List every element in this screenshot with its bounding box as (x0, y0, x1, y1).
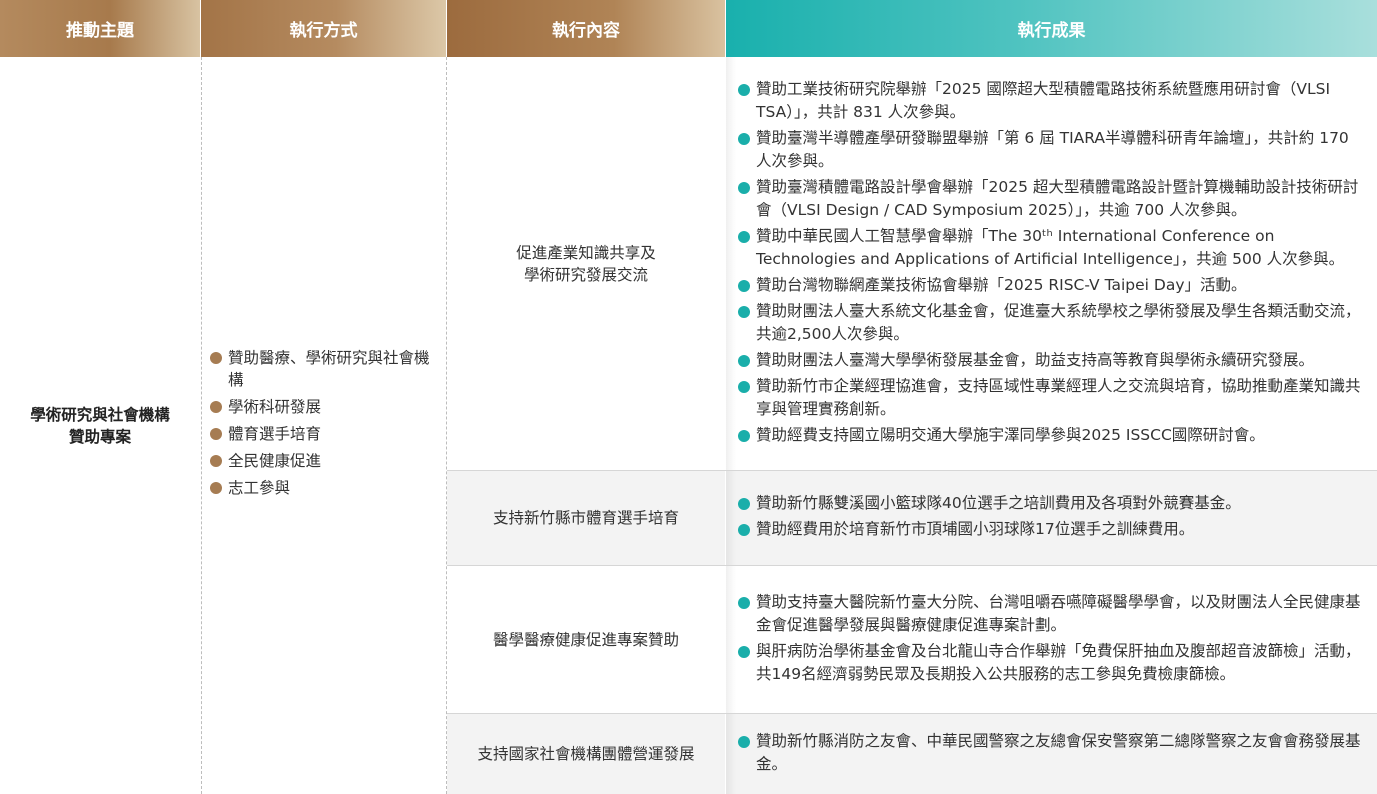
list-item: 贊助新竹市企業經理協進會，支持區域性專業經理人之交流與培育，協助推動產業知識共享… (738, 375, 1365, 421)
method-text: 體育選手培育 (228, 425, 322, 443)
methods-list: 贊助醫療、學術研究與社會機構 學術科研發展 體育選手培育 全民健康促進 志工參與 (208, 347, 442, 504)
result-text: 贊助新竹市企業經理協進會，支持區域性專業經理人之交流與培育，協助推動產業知識共享… (756, 376, 1361, 418)
header-theme-label: 推動主題 (66, 21, 134, 41)
theme-line-2: 贊助專案 (68, 427, 131, 446)
list-item: 贊助新竹縣雙溪國小籃球隊40位選手之培訓費用及各項對外競賽基金。 (738, 492, 1365, 515)
bullet-dot-icon (738, 596, 750, 609)
column-divider (201, 57, 202, 794)
list-item: 體育選手培育 (208, 423, 442, 445)
results-cell: 贊助新竹縣雙溪國小籃球隊40位選手之培訓費用及各項對外競賽基金。 贊助經費用於培… (726, 471, 1377, 565)
bullet-dot-icon (738, 305, 750, 318)
bullet-dot-icon (210, 455, 222, 467)
column-shadow (726, 471, 736, 565)
bullet-dot-icon (210, 401, 222, 413)
results-cell: 贊助支持臺大醫院新竹臺大分院、台灣咀嚼吞嚥障礙醫學學會，以及財團法人全民健康基金… (726, 566, 1377, 713)
header-result: 執行成果 (726, 0, 1377, 57)
list-item: 贊助財團法人臺灣大學學術發展基金會，助益支持高等教育與學術永續研究發展。 (738, 349, 1365, 372)
bullet-dot-icon (738, 83, 750, 96)
list-item: 贊助工業技術研究院舉辦「2025 國際超大型積體電路技術系統暨應用研討會（VLS… (738, 78, 1365, 124)
list-item: 贊助經費支持國立陽明交通大學施宇澤同學參與2025 ISSCC國際研討會。 (738, 424, 1365, 447)
content-cell: 醫學醫療健康促進專案贊助 (447, 566, 725, 713)
bullet-dot-icon (738, 498, 750, 510)
content-line: 支持新竹縣市體育選手培育 (492, 509, 679, 527)
column-shadow (726, 57, 736, 470)
list-item: 贊助支持臺大醫院新竹臺大分院、台灣咀嚼吞嚥障礙醫學學會，以及財團法人全民健康基金… (738, 591, 1365, 637)
content-cell: 促進產業知識共享及 學術研究發展交流 (447, 57, 725, 470)
bullet-dot-icon (738, 524, 750, 536)
result-text: 贊助新竹縣消防之友會、中華民國警察之友總會保安警察第二總隊警察之友會會務發展基金… (756, 731, 1361, 773)
content-cell: 支持新竹縣市體育選手培育 (447, 471, 725, 565)
list-item: 贊助臺灣積體電路設計學會舉辦「2025 超大型積體電路設計暨計算機輔助設計技術研… (738, 176, 1365, 222)
bullet-dot-icon (738, 429, 750, 442)
list-item: 全民健康促進 (208, 450, 442, 472)
bullet-dot-icon (738, 279, 750, 292)
header-theme: 推動主題 (0, 0, 200, 57)
result-text: 贊助財團法人臺灣大學學術發展基金會，助益支持高等教育與學術永續研究發展。 (756, 350, 1315, 369)
result-text: 贊助工業技術研究院舉辦「2025 國際超大型積體電路技術系統暨應用研討會（VLS… (756, 79, 1331, 121)
sponsorship-table: 推動主題 執行方式 執行內容 執行成果 學術研究與社會機構 贊助專案 贊助醫療、… (0, 0, 1377, 794)
content-line: 促進產業知識共享及 (516, 243, 656, 262)
result-text: 贊助中華民國人工智慧學會舉辦「The 30ᵗʰ International Co… (756, 226, 1345, 268)
result-text: 贊助臺灣積體電路設計學會舉辦「2025 超大型積體電路設計暨計算機輔助設計技術研… (756, 177, 1359, 219)
result-text: 贊助新竹縣雙溪國小籃球隊40位選手之培訓費用及各項對外競賽基金。 (756, 494, 1241, 512)
list-item: 贊助台灣物聯網產業技術協會舉辦「2025 RISC-V Taipei Day」活… (738, 274, 1365, 297)
result-text: 贊助臺灣半導體產學研發聯盟舉辦「第 6 屆 TIARA半導體科研青年論壇」，共計… (756, 128, 1349, 170)
list-item: 贊助醫療、學術研究與社會機構 (208, 347, 442, 391)
header-content-label: 執行內容 (552, 21, 620, 41)
results-list: 贊助新竹縣雙溪國小籃球隊40位選手之培訓費用及各項對外競賽基金。 贊助經費用於培… (738, 492, 1365, 544)
header-result-label: 執行成果 (1017, 21, 1086, 41)
results-list: 贊助新竹縣消防之友會、中華民國警察之友總會保安警察第二總隊警察之友會會務發展基金… (738, 730, 1365, 779)
bullet-dot-icon (738, 230, 750, 243)
column-shadow (726, 566, 736, 713)
bullet-dot-icon (738, 132, 750, 145)
content-line: 學術研究發展交流 (523, 265, 648, 284)
list-item: 贊助經費用於培育新竹市頂埔國小羽球隊17位選手之訓練費用。 (738, 518, 1365, 541)
bullet-dot-icon (738, 354, 750, 367)
bullet-dot-icon (738, 181, 750, 194)
content-cell: 支持國家社會機構團體營運發展 (447, 714, 725, 794)
result-text: 贊助財團法人臺大系統文化基金會，促進臺大系統學校之學術發展及學生各類活動交流，共… (756, 301, 1361, 343)
bullet-dot-icon (738, 380, 750, 393)
list-item: 贊助臺灣半導體產學研發聯盟舉辦「第 6 屆 TIARA半導體科研青年論壇」，共計… (738, 127, 1365, 173)
bullet-dot-icon (738, 645, 750, 658)
table-row: 醫學醫療健康促進專案贊助 贊助支持臺大醫院新竹臺大分院、台灣咀嚼吞嚥障礙醫學學會… (447, 566, 1377, 713)
column-shadow (726, 714, 736, 794)
list-item: 志工參與 (208, 477, 442, 499)
theme-line-1: 學術研究與社會機構 (30, 405, 170, 424)
header-method: 執行方式 (201, 0, 446, 57)
results-cell: 贊助新竹縣消防之友會、中華民國警察之友總會保安警察第二總隊警察之友會會務發展基金… (726, 714, 1377, 794)
method-text: 志工參與 (228, 479, 291, 497)
list-item: 贊助財團法人臺大系統文化基金會，促進臺大系統學校之學術發展及學生各類活動交流，共… (738, 300, 1365, 346)
result-text: 與肝病防治學術基金會及台北龍山寺合作舉辦「免費保肝抽血及腹部超音波篩檢」活動，共… (756, 641, 1361, 683)
methods-cell: 贊助醫療、學術研究與社會機構 學術科研發展 體育選手培育 全民健康促進 志工參與 (208, 57, 442, 794)
bullet-dot-icon (210, 352, 222, 364)
result-text: 贊助支持臺大醫院新竹臺大分院、台灣咀嚼吞嚥障礙醫學學會，以及財團法人全民健康基金… (756, 592, 1361, 634)
list-item: 贊助新竹縣消防之友會、中華民國警察之友總會保安警察第二總隊警察之友會會務發展基金… (738, 730, 1365, 776)
list-item: 與肝病防治學術基金會及台北龍山寺合作舉辦「免費保肝抽血及腹部超音波篩檢」活動，共… (738, 640, 1365, 686)
results-cell: 贊助工業技術研究院舉辦「2025 國際超大型積體電路技術系統暨應用研討會（VLS… (726, 57, 1377, 470)
method-text: 全民健康促進 (228, 452, 322, 470)
header-content: 執行內容 (447, 0, 725, 57)
table-row: 支持新竹縣市體育選手培育 贊助新竹縣雙溪國小籃球隊40位選手之培訓費用及各項對外… (447, 471, 1377, 565)
result-text: 贊助經費用於培育新竹市頂埔國小羽球隊17位選手之訓練費用。 (756, 520, 1195, 538)
theme-cell: 學術研究與社會機構 贊助專案 (0, 57, 200, 794)
results-list: 贊助工業技術研究院舉辦「2025 國際超大型積體電路技術系統暨應用研討會（VLS… (738, 78, 1365, 450)
method-text: 學術科研發展 (228, 398, 322, 416)
table-row: 促進產業知識共享及 學術研究發展交流 贊助工業技術研究院舉辦「2025 國際超大… (447, 57, 1377, 470)
bullet-dot-icon (210, 428, 222, 440)
list-item: 贊助中華民國人工智慧學會舉辦「The 30ᵗʰ International Co… (738, 225, 1365, 271)
list-item: 學術科研發展 (208, 396, 442, 418)
content-line: 醫學醫療健康促進專案贊助 (492, 630, 679, 649)
table-row: 支持國家社會機構團體營運發展 贊助新竹縣消防之友會、中華民國警察之友總會保安警察… (447, 714, 1377, 794)
method-text: 贊助醫療、學術研究與社會機構 (228, 349, 430, 389)
result-text: 贊助台灣物聯網產業技術協會舉辦「2025 RISC-V Taipei Day」活… (756, 275, 1247, 294)
bullet-dot-icon (210, 482, 222, 494)
bullet-dot-icon (738, 735, 750, 748)
content-line: 支持國家社會機構團體營運發展 (477, 745, 695, 763)
result-text: 贊助經費支持國立陽明交通大學施宇澤同學參與2025 ISSCC國際研討會。 (756, 425, 1265, 444)
header-method-label: 執行方式 (289, 21, 358, 41)
results-list: 贊助支持臺大醫院新竹臺大分院、台灣咀嚼吞嚥障礙醫學學會，以及財團法人全民健康基金… (738, 591, 1365, 689)
